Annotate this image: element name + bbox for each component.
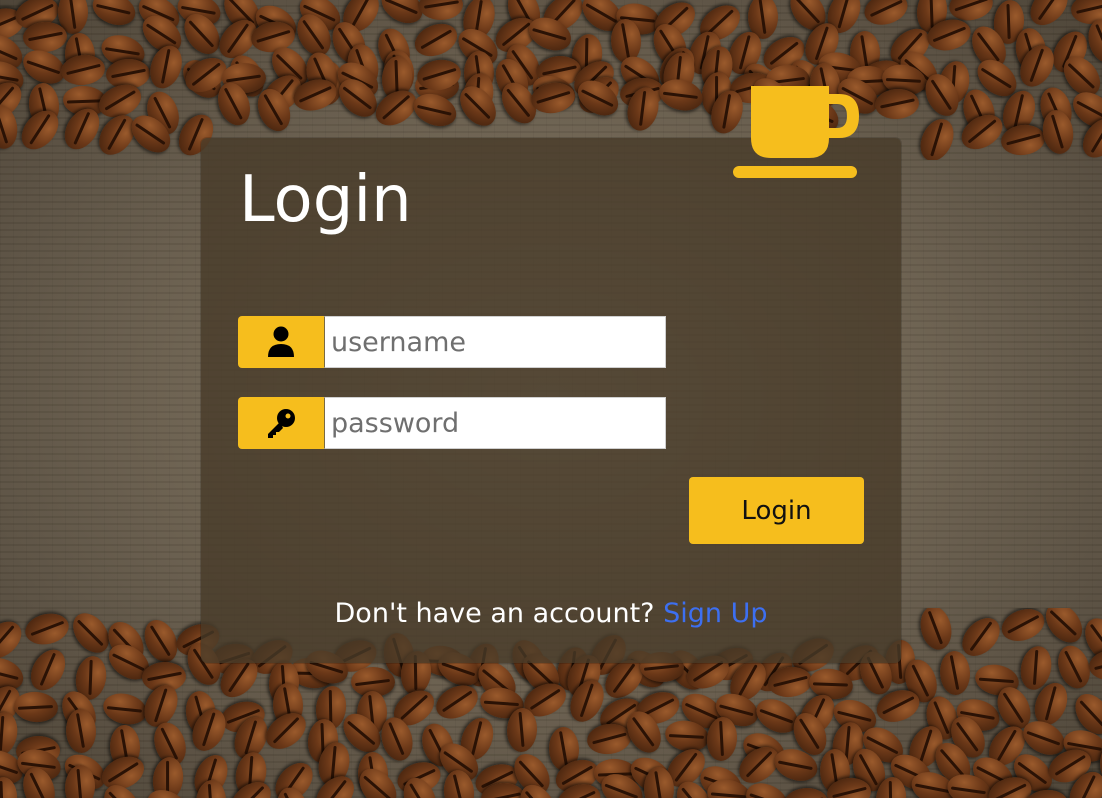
coffee-bean <box>259 705 313 756</box>
coffee-bean <box>88 0 140 31</box>
username-field-group <box>238 316 666 368</box>
coffee-bean <box>1038 608 1090 650</box>
coffee-bean <box>144 41 188 93</box>
username-icon-box <box>238 316 324 368</box>
coffee-bean <box>23 643 73 697</box>
coffee-cup-icon <box>733 86 859 178</box>
coffee-bean <box>410 18 463 63</box>
key-icon <box>268 409 295 438</box>
username-input[interactable] <box>324 316 666 368</box>
coffee-bean <box>12 690 60 725</box>
signup-prompt-line: Don't have an account? Sign Up <box>201 598 901 629</box>
coffee-bean <box>22 609 73 649</box>
signup-prompt-text: Don't have an account? <box>334 598 655 629</box>
coffee-bean <box>418 0 464 21</box>
coffee-bean <box>0 102 21 152</box>
coffee-bean <box>955 107 1009 156</box>
user-icon <box>268 326 294 357</box>
coffee-beans-top-border <box>0 0 1102 160</box>
page-title: Login <box>239 163 412 237</box>
password-icon-box <box>238 397 324 449</box>
password-input[interactable] <box>324 397 666 449</box>
coffee-bean <box>916 608 956 653</box>
coffee-bean <box>585 721 633 758</box>
login-panel: Login Login Don't have an account? Sign … <box>201 86 901 663</box>
signup-link[interactable]: Sign Up <box>663 598 767 629</box>
password-field-group <box>238 397 666 449</box>
coffee-bean <box>452 79 503 133</box>
coffee-bean <box>861 0 912 30</box>
login-button[interactable]: Login <box>689 477 864 544</box>
coffee-bean <box>100 689 151 729</box>
coffee-bean <box>938 650 971 696</box>
coffee-bean <box>914 114 961 160</box>
coffee-bean <box>506 707 539 753</box>
coffee-bean <box>996 608 1049 647</box>
coffee-bean <box>782 786 829 798</box>
